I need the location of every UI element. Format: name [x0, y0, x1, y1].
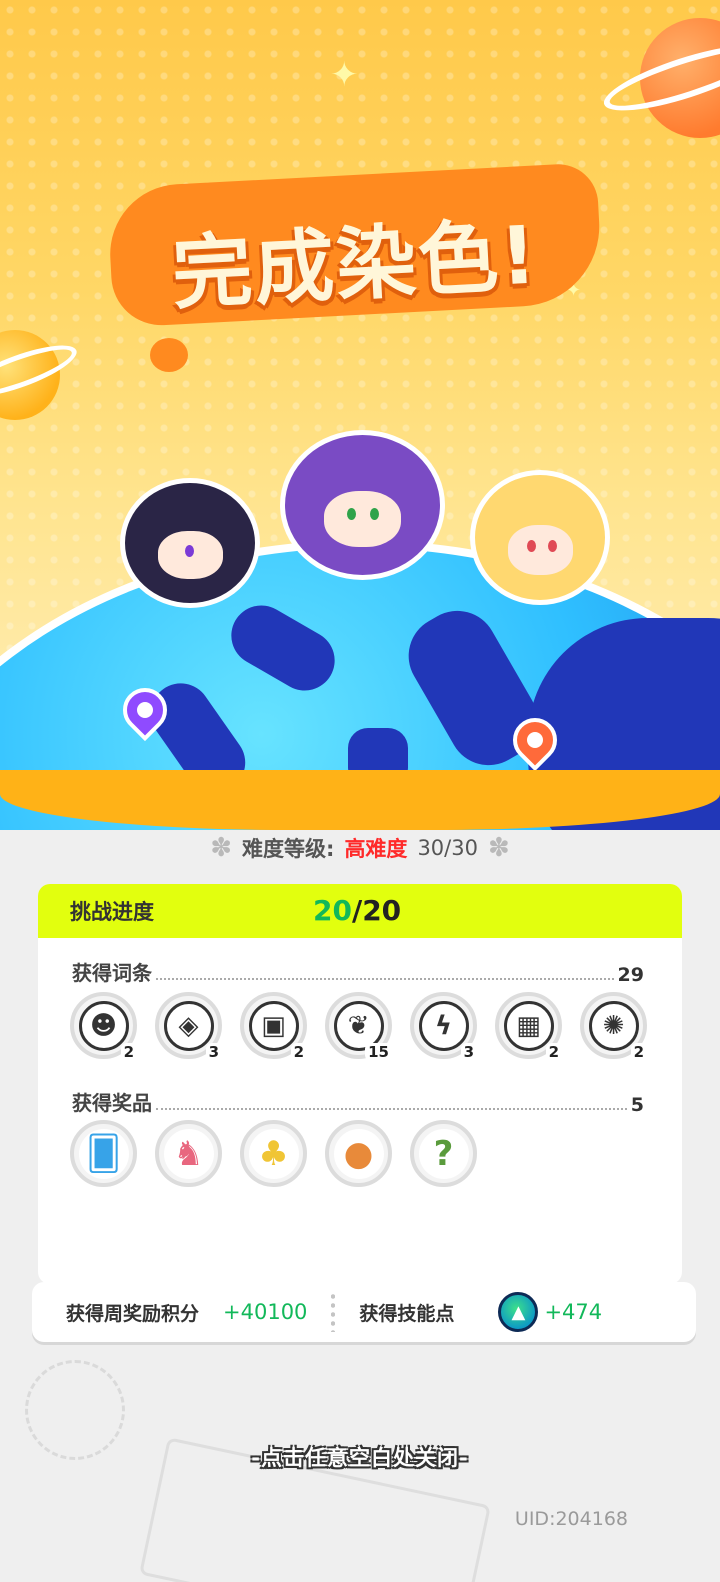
entry-item[interactable]: ▣ 2: [240, 992, 307, 1061]
progress-separator: /: [351, 894, 363, 927]
skill-point-icon: ▲: [498, 1292, 539, 1332]
trading-card-icon: 🂠: [78, 1128, 129, 1179]
entries-header: 获得词条 29: [72, 956, 644, 986]
lightning-icon: ϟ: [418, 1000, 469, 1051]
difficulty-level: 高难度: [344, 837, 408, 861]
prizes-title: 获得奖品: [72, 1091, 152, 1115]
weekly-points: 获得周奖励积分 +40100: [32, 1282, 307, 1342]
flower-icon: ✽: [487, 833, 510, 863]
entry-count: 2: [290, 1043, 307, 1061]
entry-item[interactable]: ◈ 3: [155, 992, 222, 1061]
entry-count: 15: [365, 1043, 392, 1061]
divider: [331, 1292, 336, 1332]
result-card: 挑战进度 20/20 获得词条 29 ☻ 2 ◈ 3 ▣ 2 ❦ 15 ϟ 3 …: [38, 884, 682, 1284]
progress-current: 20: [313, 894, 352, 927]
hero-illustration: ✦ ✦ 完成染色!: [0, 0, 720, 830]
weekly-points-value: +40100: [223, 1300, 308, 1324]
sparkle-icon: ✦: [330, 55, 359, 95]
entry-item[interactable]: ▦ 2: [495, 992, 562, 1061]
skill-points: 获得技能点 ▲ +474: [359, 1282, 602, 1342]
entries-list: ☻ 2 ◈ 3 ▣ 2 ❦ 15 ϟ 3 ▦ 2 ✺ 2: [70, 992, 647, 1061]
skill-points-label: 获得技能点: [359, 1302, 455, 1325]
entry-count: 2: [545, 1043, 562, 1061]
mushrooms-icon: ♣: [248, 1128, 299, 1179]
rewards-bar: 获得周奖励积分 +40100 获得技能点 ▲ +474: [32, 1282, 696, 1342]
pony-icon: ♞: [163, 1128, 214, 1179]
progress-value: 20/20: [313, 894, 401, 927]
prizes-count: 5: [630, 1094, 644, 1116]
progress-total: 20: [362, 894, 402, 927]
coin-icon: ●: [333, 1128, 384, 1179]
user-id: UID:204168: [514, 1508, 628, 1530]
paint-drip-band: [0, 770, 720, 830]
character-purple-hair: [280, 430, 445, 580]
entry-item[interactable]: ϟ 3: [410, 992, 477, 1061]
magic-card-icon: ◈: [163, 1000, 214, 1051]
close-hint[interactable]: -点击任意空白处关闭-: [0, 1442, 720, 1472]
prize-item[interactable]: 🂠: [70, 1120, 137, 1187]
prizes-list: 🂠 ♞ ♣ ● ?: [70, 1120, 477, 1187]
prizes-header: 获得奖品 5: [72, 1086, 644, 1116]
difficulty-label: 难度等级:: [242, 837, 335, 861]
entry-item[interactable]: ✺ 2: [580, 992, 647, 1061]
entry-count: 3: [205, 1043, 222, 1061]
grin-face-icon: ☻: [78, 1000, 129, 1051]
skill-points-value: +474: [544, 1300, 603, 1324]
film-reel-icon: ▦: [503, 1000, 554, 1051]
entry-item[interactable]: ☻ 2: [70, 992, 137, 1061]
prize-item[interactable]: ●: [325, 1120, 392, 1187]
weekly-points-label: 获得周奖励积分: [66, 1302, 200, 1325]
progress-label: 挑战进度: [70, 900, 154, 924]
difficulty-count: 30/30: [417, 836, 478, 860]
page-title: 完成染色!: [169, 208, 541, 321]
entries-count: 29: [617, 964, 644, 986]
paint-drop: [150, 338, 188, 372]
entry-item[interactable]: ❦ 15: [325, 992, 392, 1061]
prize-item[interactable]: ♣: [240, 1120, 307, 1187]
splat-icon: ✺: [588, 1000, 639, 1051]
entry-count: 3: [460, 1043, 477, 1061]
character-blonde-hair: [470, 470, 610, 605]
difficulty-row: ✽ 难度等级: 高难度 30/30 ✽: [0, 828, 720, 868]
entry-count: 2: [630, 1043, 647, 1061]
character-dark-hair: [120, 478, 260, 608]
wanted-poster-icon: ▣: [248, 1000, 299, 1051]
prize-item[interactable]: ?: [410, 1120, 477, 1187]
challenge-progress-bar: 挑战进度 20/20: [38, 884, 682, 938]
entry-count: 2: [120, 1043, 137, 1061]
prize-item[interactable]: ♞: [155, 1120, 222, 1187]
entries-title: 获得词条: [72, 961, 152, 985]
flower-icon: ✽: [210, 833, 233, 863]
mystery-mushroom-icon: ?: [418, 1128, 469, 1179]
